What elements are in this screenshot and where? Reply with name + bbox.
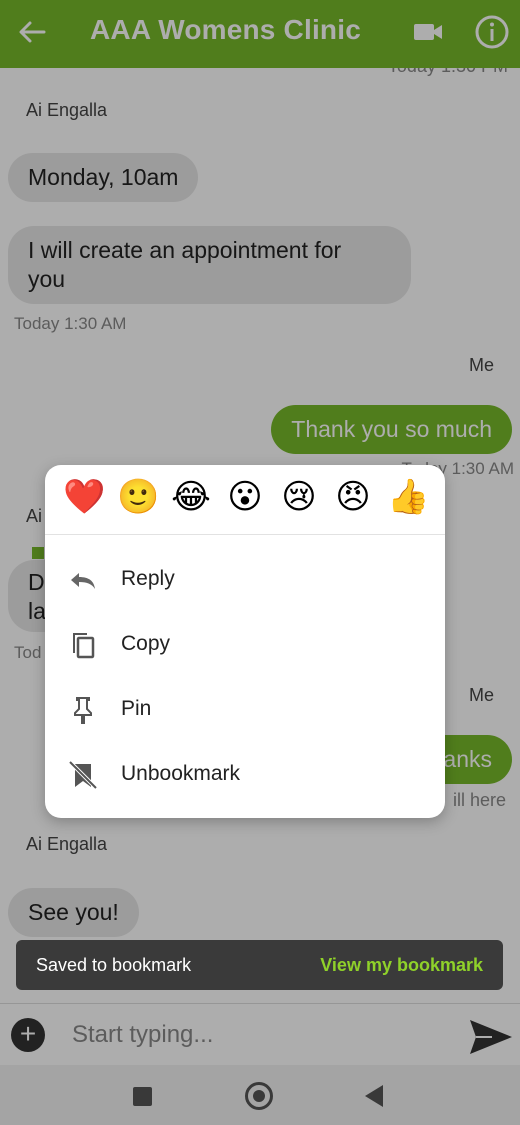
heart-icon[interactable]: ❤️ (63, 477, 105, 517)
pin-icon (74, 697, 92, 724)
snackbar: Saved to bookmark View my bookmark (16, 940, 503, 990)
menu-item-copy[interactable]: Copy (45, 615, 445, 675)
reply-icon (71, 573, 95, 589)
menu-item-unbookmark[interactable]: Unbookmark (45, 745, 445, 805)
thumbs-up-icon[interactable]: 👍 (387, 477, 429, 517)
menu-item-label: Unbookmark (121, 762, 241, 785)
unbookmark-icon (68, 760, 98, 790)
menu-item-label: Reply (121, 567, 175, 590)
message-context-menu: ❤️ 🙂 😂 😮 😢 😠 👍 Reply Copy Pin Unbookmark (45, 465, 445, 818)
slight-smile-icon[interactable]: 🙂 (117, 477, 159, 517)
menu-item-label: Pin (121, 697, 152, 720)
joy-icon[interactable]: 😂 (171, 477, 211, 517)
menu-item-pin[interactable]: Pin (45, 680, 445, 740)
open-mouth-icon[interactable]: 😮 (225, 477, 265, 517)
reaction-bar: ❤️ 🙂 😂 😮 😢 😠 👍 (45, 465, 445, 535)
chat-screen: AAA Womens Clinic Today 1:30 PM Ai Engal… (0, 0, 520, 1125)
menu-item-label: Copy (121, 632, 171, 655)
copy-icon (73, 633, 95, 659)
snackbar-message: Saved to bookmark (36, 955, 192, 975)
menu-item-reply[interactable]: Reply (45, 550, 445, 610)
angry-icon[interactable]: 😠 (333, 477, 373, 517)
cry-icon[interactable]: 😢 (279, 477, 319, 517)
view-bookmark-button[interactable]: View my bookmark (320, 955, 483, 976)
